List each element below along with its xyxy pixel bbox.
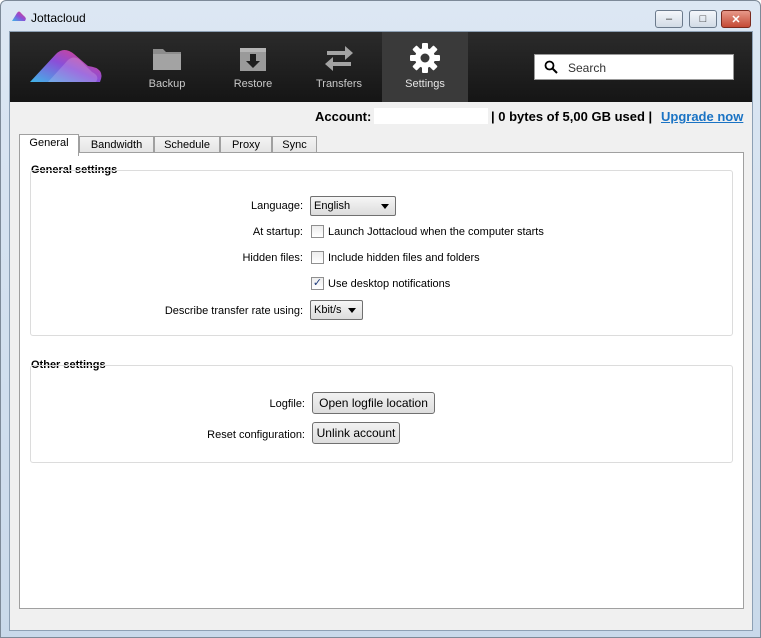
startup-label: At startup:: [252, 226, 303, 238]
check-icon: ✓: [312, 277, 323, 289]
toolbar-restore-button[interactable]: Restore: [210, 32, 296, 102]
toolbar-transfers-label: Transfers: [315, 78, 363, 90]
startup-checkbox[interactable]: [311, 225, 324, 238]
download-box-icon: [240, 48, 266, 71]
upgrade-link[interactable]: Upgrade now: [661, 109, 743, 124]
search-icon: [544, 60, 558, 74]
storage-usage-text: | 0 bytes of 5,00 GB used |: [491, 109, 653, 124]
account-label: Account:: [315, 109, 372, 124]
jottacloud-logo: [30, 50, 102, 82]
hidden-files-label: Hidden files:: [242, 252, 303, 264]
general-tab-panel: General settings Language: English At st…: [19, 152, 744, 609]
folder-icon: [153, 49, 181, 70]
other-settings-group: [30, 365, 733, 463]
notifications-checkbox[interactable]: ✓: [311, 277, 324, 290]
account-field: [374, 108, 488, 124]
hidden-files-checkbox[interactable]: [311, 251, 324, 264]
close-button[interactable]: ✕: [721, 10, 751, 28]
tab-general[interactable]: General: [19, 134, 79, 156]
reset-configuration-label: Reset configuration:: [207, 429, 305, 441]
language-value: English: [314, 200, 351, 212]
startup-checkbox-label: Launch Jottacloud when the computer star…: [328, 226, 544, 238]
search-input[interactable]: Search: [534, 54, 734, 80]
unlink-account-button[interactable]: Unlink account: [312, 422, 400, 444]
open-logfile-button[interactable]: Open logfile location: [312, 392, 435, 414]
toolbar-restore-label: Restore: [233, 78, 273, 90]
toolbar-backup-label: Backup: [148, 78, 186, 90]
transfer-rate-label: Describe transfer rate using:: [164, 305, 303, 317]
gear-icon: [410, 43, 440, 73]
jottacloud-app-icon: [12, 11, 26, 21]
toolbar-settings-label: Settings: [405, 78, 445, 90]
window-title: Jottacloud: [31, 11, 86, 25]
transfer-rate-value: Kbit/s: [314, 304, 342, 316]
language-select[interactable]: English: [310, 196, 396, 216]
minimize-icon: –: [665, 13, 673, 25]
transfer-arrows-icon: [325, 46, 353, 71]
main-client-area: Backup Restore Transfers Settings Search…: [9, 31, 753, 631]
main-toolbar: Backup Restore Transfers Settings Search: [10, 32, 752, 102]
chevron-down-icon: [381, 204, 389, 209]
language-label: Language:: [251, 200, 303, 212]
title-bar[interactable]: Jottacloud – □ ✕: [1, 1, 760, 31]
app-window: Jottacloud – □ ✕ Backup Restore Transfer…: [0, 0, 761, 638]
toolbar-settings-button[interactable]: Settings: [382, 32, 468, 102]
notifications-checkbox-label: Use desktop notifications: [328, 278, 451, 290]
logfile-label: Logfile:: [269, 398, 305, 410]
toolbar-transfers-button[interactable]: Transfers: [296, 32, 382, 102]
chevron-down-icon: [348, 308, 356, 313]
maximize-icon: □: [699, 13, 707, 25]
maximize-button[interactable]: □: [689, 10, 717, 28]
toolbar-backup-button[interactable]: Backup: [124, 32, 210, 102]
close-icon: ✕: [731, 13, 741, 26]
account-bar: Account: | 0 bytes of 5,00 GB used | Upg…: [10, 106, 752, 126]
search-placeholder: Search: [568, 61, 607, 75]
minimize-button[interactable]: –: [655, 10, 683, 28]
transfer-rate-select[interactable]: Kbit/s: [310, 300, 363, 320]
hidden-files-checkbox-label: Include hidden files and folders: [328, 252, 480, 264]
